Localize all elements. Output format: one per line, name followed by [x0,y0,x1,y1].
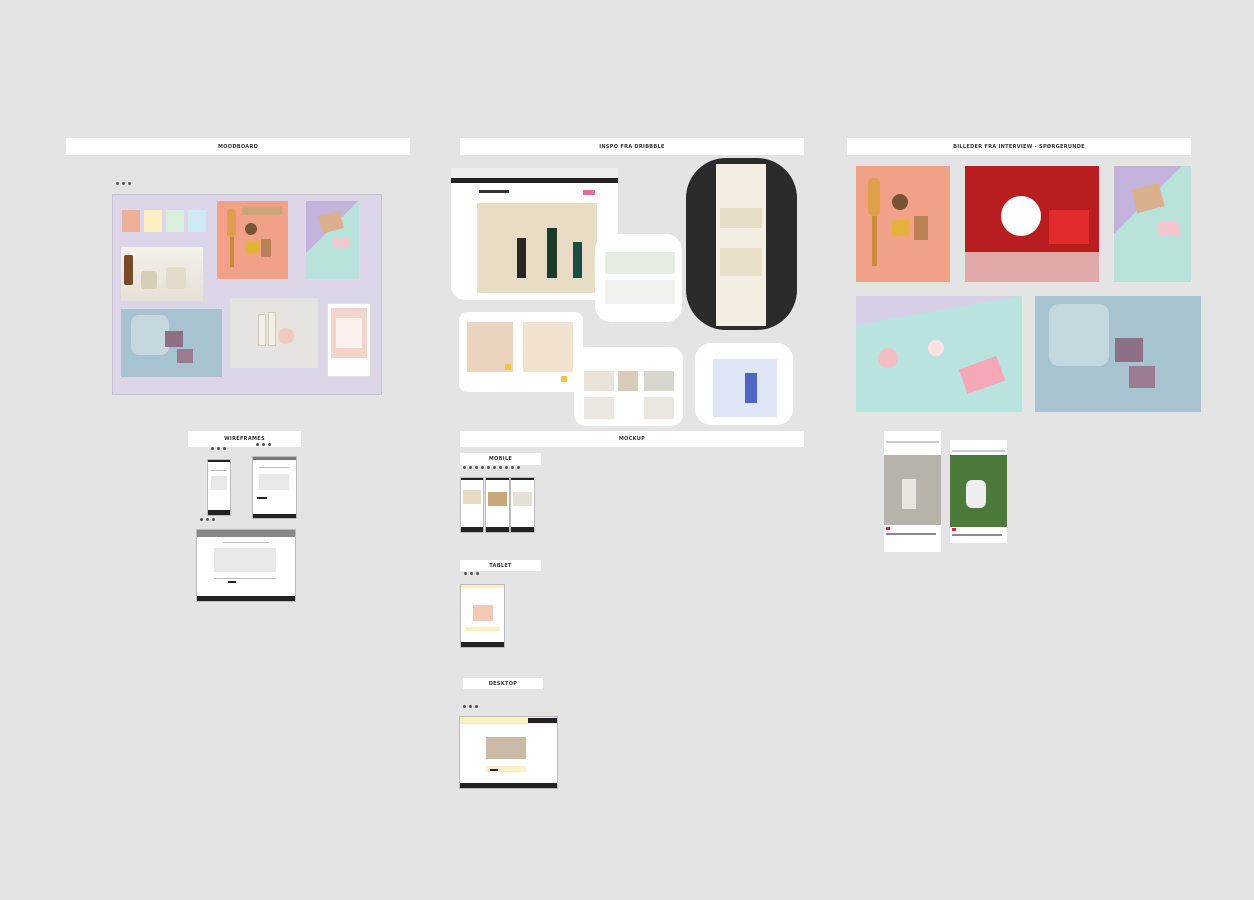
instagram-post-1[interactable] [884,431,941,552]
inspo-title: INSPO FRA DRIBBBLE [460,138,804,155]
mockup-mobile-3[interactable] [510,477,535,533]
interview-pink-products-photo [856,296,1022,412]
interview-bath-jar-photo [1035,296,1201,412]
color-swatch [188,210,206,232]
moodboard-title: MOODBOARD [66,138,410,155]
inspo-shot-grid[interactable] [574,347,683,426]
interview-brush-photo [856,166,950,282]
mockup-desktop[interactable] [459,716,558,789]
inspo-shot-blue[interactable] [695,343,793,425]
moodboard-panel[interactable] [112,194,382,395]
inspo-shot-serums[interactable] [451,168,618,300]
gift-box-photo [306,201,359,279]
jars-photo [121,247,203,301]
bath-jar-photo [121,309,222,377]
more-dots-icon[interactable] [116,182,131,185]
desktop-title: DESKTOP [463,678,543,689]
mockup-mobile-1[interactable] [460,477,484,533]
brush-flatlay-photo [217,201,288,279]
color-swatch [122,210,140,232]
wireframes-title: WIREFRAMES [188,431,301,447]
products-photo [230,298,318,368]
interview-title: BILLEDER FRA INTERVIEW - SPØRGERUNDE [847,138,1191,155]
wireframe-desktop[interactable] [196,529,296,602]
wireframe-tablet[interactable] [252,456,297,519]
more-dots-icon[interactable] [463,705,478,708]
mobile-title: MOBILE [460,453,541,465]
more-dots-icon[interactable] [200,518,215,521]
inspo-shot-products[interactable] [459,312,583,392]
tablet-title: TABLET [460,560,541,571]
instagram-post-2[interactable] [950,440,1007,543]
interview-eveline-photo [965,166,1099,282]
more-dots-icon[interactable] [211,447,226,450]
interview-gift-photo [1114,166,1191,282]
color-swatch [166,210,184,232]
app-screenshot [327,303,371,377]
inspo-shot-longpage[interactable] [686,158,797,330]
color-swatch [144,210,162,232]
more-dots-icon[interactable] [464,572,479,575]
mockup-mobile-2[interactable] [485,477,510,533]
mockup-tablet[interactable] [460,584,505,648]
more-dots-icon[interactable] [256,443,271,446]
wireframe-mobile[interactable] [207,459,231,516]
more-dots-icon[interactable] [463,466,520,469]
mockup-title: MOCKUP [460,431,804,447]
inspo-shot-shop[interactable] [595,234,682,322]
